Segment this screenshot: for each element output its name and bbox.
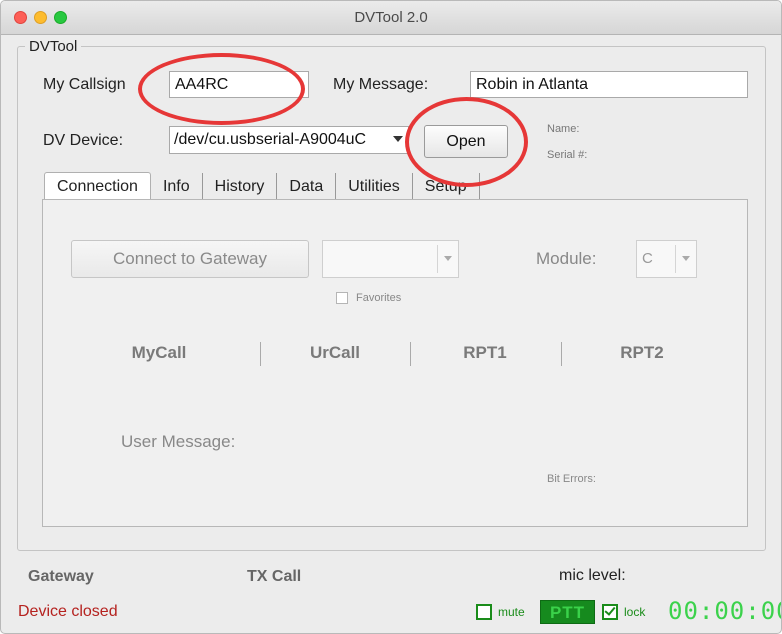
message-input[interactable]: Robin in Atlanta xyxy=(470,71,748,98)
device-status-text: Device closed xyxy=(18,603,118,620)
tab-data[interactable]: Data xyxy=(277,173,337,201)
module-label: Module: xyxy=(536,249,597,268)
chevron-down-icon xyxy=(393,136,403,142)
mute-checkbox[interactable] xyxy=(476,604,492,620)
lock-label: lock xyxy=(624,605,646,619)
transmit-timer: 00:00:00 xyxy=(668,597,782,625)
mycall-header: MyCall xyxy=(131,343,187,362)
combo-divider xyxy=(437,245,438,273)
mute-label: mute xyxy=(498,605,525,619)
header-divider xyxy=(561,342,562,366)
message-label: My Message: xyxy=(333,76,429,93)
tab-connection[interactable]: Connection xyxy=(44,172,151,202)
ptt-button[interactable]: PTT xyxy=(540,600,595,624)
title-bar: DVTool 2.0 xyxy=(1,1,781,35)
group-title: DVTool xyxy=(25,38,82,55)
device-serial-label: Serial #: xyxy=(547,149,588,161)
lock-checkbox[interactable] xyxy=(602,604,618,620)
user-message-label: User Message: xyxy=(121,432,236,451)
device-select-value: /dev/cu.usbserial-A9004uC xyxy=(174,131,367,148)
combo-divider xyxy=(675,245,676,273)
gateway-status-label: Gateway xyxy=(28,568,94,585)
device-label: DV Device: xyxy=(43,132,124,149)
tab-bar: Connection Info History Data Utilities S… xyxy=(44,172,480,202)
gateway-select[interactable] xyxy=(322,240,459,278)
checkmark-icon xyxy=(604,604,616,616)
tab-setup[interactable]: Setup xyxy=(413,173,480,201)
chevron-down-icon xyxy=(682,256,690,261)
urcall-header: UrCall xyxy=(309,343,361,362)
main-window: DVTool 2.0 DVTool My Callsign AA4RC My M… xyxy=(0,0,782,634)
callsign-label: My Callsign xyxy=(43,76,126,93)
rpt2-header: RPT2 xyxy=(620,343,664,362)
favorites-checkbox[interactable] xyxy=(336,292,348,304)
favorites-label: Favorites xyxy=(356,292,402,304)
module-select-value: C xyxy=(642,250,653,267)
tab-info[interactable]: Info xyxy=(151,173,203,201)
open-device-button[interactable]: Open xyxy=(424,125,508,158)
rpt1-header: RPT1 xyxy=(463,343,507,362)
header-divider xyxy=(260,342,261,366)
header-divider xyxy=(410,342,411,366)
window-title: DVTool 2.0 xyxy=(354,9,428,26)
mic-level-label: mic level: xyxy=(559,567,626,584)
device-name-label: Name: xyxy=(547,123,580,135)
bit-errors-label: Bit Errors: xyxy=(547,473,596,485)
tx-call-label: TX Call xyxy=(247,568,302,585)
connect-to-gateway-button[interactable]: Connect to Gateway xyxy=(71,240,309,278)
tab-history[interactable]: History xyxy=(203,173,278,201)
chevron-down-icon xyxy=(444,256,452,261)
callsign-input[interactable]: AA4RC xyxy=(169,71,309,98)
device-select[interactable]: /dev/cu.usbserial-A9004uC xyxy=(169,126,409,154)
tab-utilities[interactable]: Utilities xyxy=(336,173,413,201)
module-select[interactable]: C xyxy=(636,240,697,278)
